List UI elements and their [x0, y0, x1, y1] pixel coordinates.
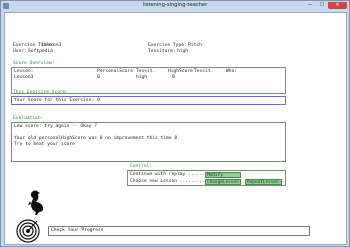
progress-status-bar[interactable]: Check Your Progress [48, 226, 310, 236]
minimize-button[interactable]: — [304, 2, 316, 9]
modify-button[interactable]: Modify [205, 172, 241, 178]
replay-text: Continue with replay ........ [130, 172, 211, 177]
bird-silhouette-icon [27, 189, 49, 217]
client-area: Exercise Title: Lesson3 User: Softpedia … [4, 12, 347, 245]
tessiture-label: Tessiture: [148, 49, 176, 54]
user-value: Softpedia [28, 49, 53, 54]
row-lesson: Lesson3 [14, 75, 34, 80]
col-who-header: Who: [226, 69, 238, 74]
row-tessit: high [136, 75, 148, 80]
col-personalscore-header: PersonalScore [97, 69, 133, 74]
control-panel: Continue with replay ........ Modify Cho… [127, 170, 286, 186]
app-window: listening-singing-teacher — ☐ ✕ Exercise… [0, 0, 350, 247]
change-lesson-button[interactable]: ChangeLesson [205, 179, 241, 185]
tessiture-value: high [177, 49, 189, 54]
close-button[interactable]: ✕ [328, 2, 347, 9]
row-highscore: 0 [172, 75, 175, 80]
title-bar[interactable]: listening-singing-teacher — ☐ ✕ [1, 1, 349, 11]
exercise-score-text: Your Score for this Exercise: 0 [14, 98, 100, 103]
col-tessit2-header: Tessit. [194, 69, 214, 74]
window-title: listening-singing-teacher [142, 2, 208, 8]
repeat-lesson-button[interactable]: RepeatLesson [245, 179, 282, 185]
user-label: User: [13, 49, 27, 54]
target-icon[interactable] [16, 219, 40, 243]
check-progress-text: Check Your Progress [51, 228, 104, 233]
exercise-score-panel: Your Score for this Exercise: 0 [11, 96, 286, 105]
evaluation-line-1: Low score: try again -- Okay ? [14, 124, 97, 129]
evaluation-panel: Low score: try again -- Okay ? Your old … [11, 122, 286, 162]
row-personalscore: 0 [97, 75, 100, 80]
maximize-button[interactable]: ☐ [316, 2, 328, 9]
exercise-type-value: Pitch [188, 43, 202, 48]
evaluation-line-3: Try to beat your score [14, 142, 75, 147]
choose-lesson-text: Choose new Lesson .......... [130, 179, 208, 184]
